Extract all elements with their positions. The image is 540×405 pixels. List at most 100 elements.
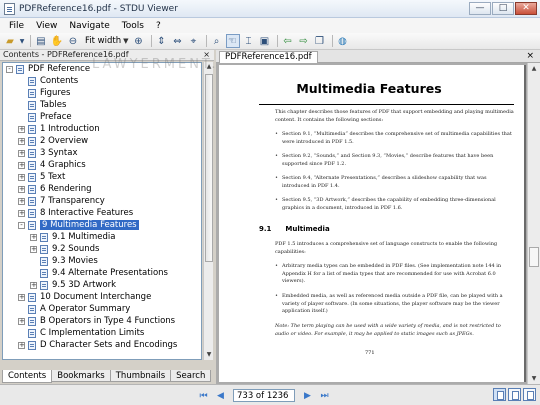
find-icon[interactable]: ⌕: [210, 34, 224, 48]
tab-search[interactable]: Search: [170, 370, 212, 382]
tree-item[interactable]: 9.4 Alternate Presentations: [3, 267, 201, 279]
tree-item[interactable]: +9.5 3D Artwork: [3, 279, 201, 291]
expand-icon[interactable]: +: [30, 281, 37, 289]
document-icon: [28, 100, 36, 110]
menu-tools[interactable]: Tools: [116, 21, 150, 31]
forward-icon[interactable]: ⇨: [297, 34, 311, 48]
menu-help[interactable]: ?: [150, 21, 167, 31]
fit-page-icon[interactable]: ⇕: [155, 34, 169, 48]
tree-item[interactable]: +2 Overview: [3, 135, 201, 147]
contents-scrollbar[interactable]: ▲ ▼: [203, 62, 213, 360]
tree-item[interactable]: C Implementation Limits: [3, 327, 201, 339]
tree-item[interactable]: +9.1 Multimedia: [3, 231, 201, 243]
facing-view-icon[interactable]: [523, 388, 536, 401]
minimize-button[interactable]: —: [469, 2, 491, 15]
contents-tree[interactable]: - PDF Reference Contents Figures Tables Prefa…: [2, 62, 202, 360]
fit-width-icon[interactable]: ⇔: [171, 34, 185, 48]
single-page-view-icon[interactable]: [493, 388, 506, 401]
globe-icon[interactable]: ◍: [336, 34, 350, 48]
document-scrollbar[interactable]: ▲ ▼: [527, 63, 540, 384]
zoom-in-icon[interactable]: ⊕: [132, 34, 146, 48]
maximize-button[interactable]: □: [492, 2, 514, 15]
scroll-down-icon[interactable]: ▼: [204, 350, 214, 360]
tab-bookmarks[interactable]: Bookmarks: [51, 370, 111, 382]
tree-item-label: 2 Overview: [40, 136, 89, 146]
document-page[interactable]: Multimedia Features This chapter describ…: [219, 65, 526, 382]
expand-icon[interactable]: +: [18, 149, 25, 157]
tree-item[interactable]: + D Character Sets and Encodings: [3, 339, 201, 351]
tree-item[interactable]: A Operator Summary: [3, 303, 201, 315]
expand-icon[interactable]: +: [18, 209, 25, 217]
expand-icon[interactable]: +: [30, 245, 37, 253]
document-icon: [28, 88, 36, 98]
first-page-icon[interactable]: ⏮: [198, 391, 209, 401]
tree-item[interactable]: +8 Interactive Features: [3, 207, 201, 219]
tree-item[interactable]: +7 Transparency: [3, 195, 201, 207]
document-tab[interactable]: PDFReference16.pdf: [219, 51, 318, 63]
expand-icon[interactable]: +: [18, 137, 25, 145]
scroll-down-icon[interactable]: ▼: [528, 373, 540, 384]
open-folder-icon[interactable]: ▰: [3, 34, 17, 48]
select-image-icon[interactable]: ▣: [258, 34, 272, 48]
copy-icon[interactable]: ❐: [313, 34, 327, 48]
expand-icon[interactable]: +: [18, 341, 25, 349]
expand-icon[interactable]: +: [18, 197, 25, 205]
tree-item[interactable]: Figures: [3, 87, 201, 99]
tree-item[interactable]: 9.3 Movies: [3, 255, 201, 267]
expand-icon[interactable]: +: [18, 317, 25, 325]
zoom-select[interactable]: Fit width ▼: [82, 34, 132, 48]
expand-icon[interactable]: +: [18, 125, 25, 133]
dropdown-arrow-icon[interactable]: ▼: [19, 34, 25, 48]
previous-page-icon[interactable]: ◀: [215, 391, 226, 401]
select-text-icon[interactable]: ⌶: [242, 34, 256, 48]
tree-item[interactable]: Tables: [3, 99, 201, 111]
collapse-icon[interactable]: -: [6, 65, 13, 73]
back-icon[interactable]: ⇦: [281, 34, 295, 48]
tree-item[interactable]: +6 Rendering: [3, 183, 201, 195]
tree-item[interactable]: + B Operators in Type 4 Functions: [3, 315, 201, 327]
tree-item[interactable]: +10 Document Interchange: [3, 291, 201, 303]
close-icon[interactable]: ×: [526, 50, 534, 62]
next-page-icon[interactable]: ▶: [302, 391, 313, 401]
document-icon: [28, 328, 36, 338]
tree-item[interactable]: +9.2 Sounds: [3, 243, 201, 255]
tree-item[interactable]: Preface: [3, 111, 201, 123]
tree-item-label: D Character Sets and Encodings: [40, 340, 178, 350]
scroll-thumb[interactable]: [205, 74, 213, 262]
select-hand-icon[interactable]: ☜: [225, 34, 240, 48]
expand-icon[interactable]: +: [18, 161, 25, 169]
collapse-icon[interactable]: -: [18, 221, 25, 229]
expand-icon[interactable]: +: [30, 233, 37, 241]
expand-icon[interactable]: +: [18, 293, 25, 301]
close-button[interactable]: ✕: [515, 2, 537, 15]
menu-file[interactable]: File: [3, 21, 30, 31]
tree-item[interactable]: +5 Text: [3, 171, 201, 183]
continuous-view-icon[interactable]: [508, 388, 521, 401]
scroll-up-icon[interactable]: ▲: [528, 63, 540, 74]
tree-item[interactable]: Contents: [3, 75, 201, 87]
document-icon: [28, 76, 36, 86]
fit-visible-icon[interactable]: ⌖: [187, 34, 201, 48]
hand-tool-icon[interactable]: ✋: [50, 34, 64, 48]
tab-thumbnails[interactable]: Thumbnails: [109, 370, 172, 382]
zoom-out-icon[interactable]: ⊖: [66, 34, 80, 48]
tree-item[interactable]: +4 Graphics: [3, 159, 201, 171]
scroll-thumb[interactable]: [529, 247, 539, 267]
print-icon[interactable]: ▤: [34, 34, 48, 48]
toolbar-separator: [331, 35, 333, 47]
page-bullet: Section 9.1, “Multimedia” describes the …: [275, 131, 515, 146]
expand-icon[interactable]: +: [18, 173, 25, 181]
tree-item[interactable]: +1 Introduction: [3, 123, 201, 135]
menu-view[interactable]: View: [30, 21, 63, 31]
tab-contents[interactable]: Contents: [2, 370, 53, 383]
tree-item-label: A Operator Summary: [40, 304, 131, 314]
last-page-icon[interactable]: ⏭: [319, 391, 330, 401]
page-number-field[interactable]: 733 of 1236: [233, 389, 295, 402]
expand-icon[interactable]: +: [18, 185, 25, 193]
tree-item[interactable]: +3 Syntax: [3, 147, 201, 159]
tree-item[interactable]: - 9 Multimedia Features: [3, 219, 201, 231]
menu-navigate[interactable]: Navigate: [63, 21, 115, 31]
page-note: Note: The term playing can be used with …: [275, 323, 501, 337]
chevron-down-icon: ▼: [123, 37, 129, 45]
